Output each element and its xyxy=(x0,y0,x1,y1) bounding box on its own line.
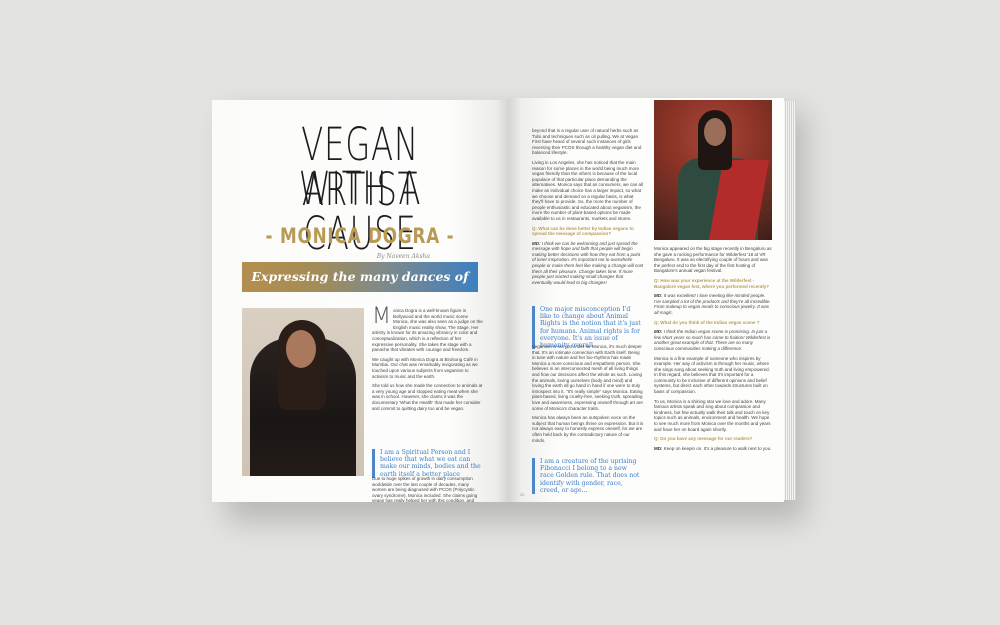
middle-column: beyond that is a regular user of natural… xyxy=(532,128,644,289)
body-paragraph: We caught up with Monica Dogra at Birdso… xyxy=(372,356,478,379)
left-page: VEGAN ARTIST WITH A CAUSE - MONICA DOGRA… xyxy=(212,100,508,502)
body-paragraph: To us, Monica is a shining star we love … xyxy=(654,398,771,432)
question: Q: Do you have any message for our reade… xyxy=(654,436,753,442)
body-paragraph: Monica is a fine example of someone who … xyxy=(654,355,770,395)
pull-quote: One major misconception I'd like to chan… xyxy=(532,306,642,350)
monica-portrait-photo xyxy=(242,308,364,476)
answer: MD: I think the Indian vegan scene is pr… xyxy=(654,329,771,351)
right-page: beyond that is a regular user of natural… xyxy=(508,98,784,502)
body-paragraph: She told us how she made the connection … xyxy=(372,383,483,411)
drop-cap: M xyxy=(372,304,391,329)
article-subtitle: - MONICA DOGRA - xyxy=(265,224,455,248)
pull-quote: I am a creature of the uprising Fibonacc… xyxy=(532,458,642,495)
body-paragraph: beyond that is a regular user of natural… xyxy=(532,128,642,156)
left-body-column-end: Due to huge spikes of growth in dairy co… xyxy=(372,476,484,502)
photo-face xyxy=(704,118,726,146)
answer: MD: It was excellent! I love meeting lik… xyxy=(654,293,771,315)
left-body-column: Monica Dogra is a well-known figure in B… xyxy=(372,304,484,415)
body-paragraph: Monica Dogra is a well-known figure in B… xyxy=(372,304,483,353)
tagline-banner: Expressing the many dances of her soul xyxy=(242,262,478,314)
pull-quote: I am a Spiritual Person and I believe th… xyxy=(372,449,484,478)
question: Q: How was your experience at the Wilder… xyxy=(654,277,770,289)
body-paragraph: Veganism is not just a diet for Monica, … xyxy=(532,344,643,411)
question: Q: What do you think of the Indian vegan… xyxy=(654,319,760,325)
body-paragraph: Monica appeared on the big stage recentl… xyxy=(654,246,772,274)
middle-column-lower: Veganism is not just a diet for Monica, … xyxy=(532,344,644,447)
page-edges xyxy=(784,101,796,500)
answer: MD: I think we can be welcoming and just… xyxy=(532,240,644,285)
body-paragraph: Monica has always been an outspoken voic… xyxy=(532,415,644,443)
byline: By Naveen Aksha xyxy=(376,253,430,260)
right-column: Monica appeared on the big stage recentl… xyxy=(654,246,772,455)
body-paragraph: Due to huge spikes of growth in dairy co… xyxy=(372,476,478,502)
monica-seated-photo xyxy=(654,100,772,240)
body-paragraph: Living in Los Angeles, she has noticed t… xyxy=(532,159,644,221)
page-number: 20 xyxy=(520,492,525,497)
answer: MD: Keep on keepin on. It's a pleasure t… xyxy=(654,445,772,451)
photo-face xyxy=(286,330,316,368)
question: Q: What can be done better by Indian veg… xyxy=(532,225,634,237)
